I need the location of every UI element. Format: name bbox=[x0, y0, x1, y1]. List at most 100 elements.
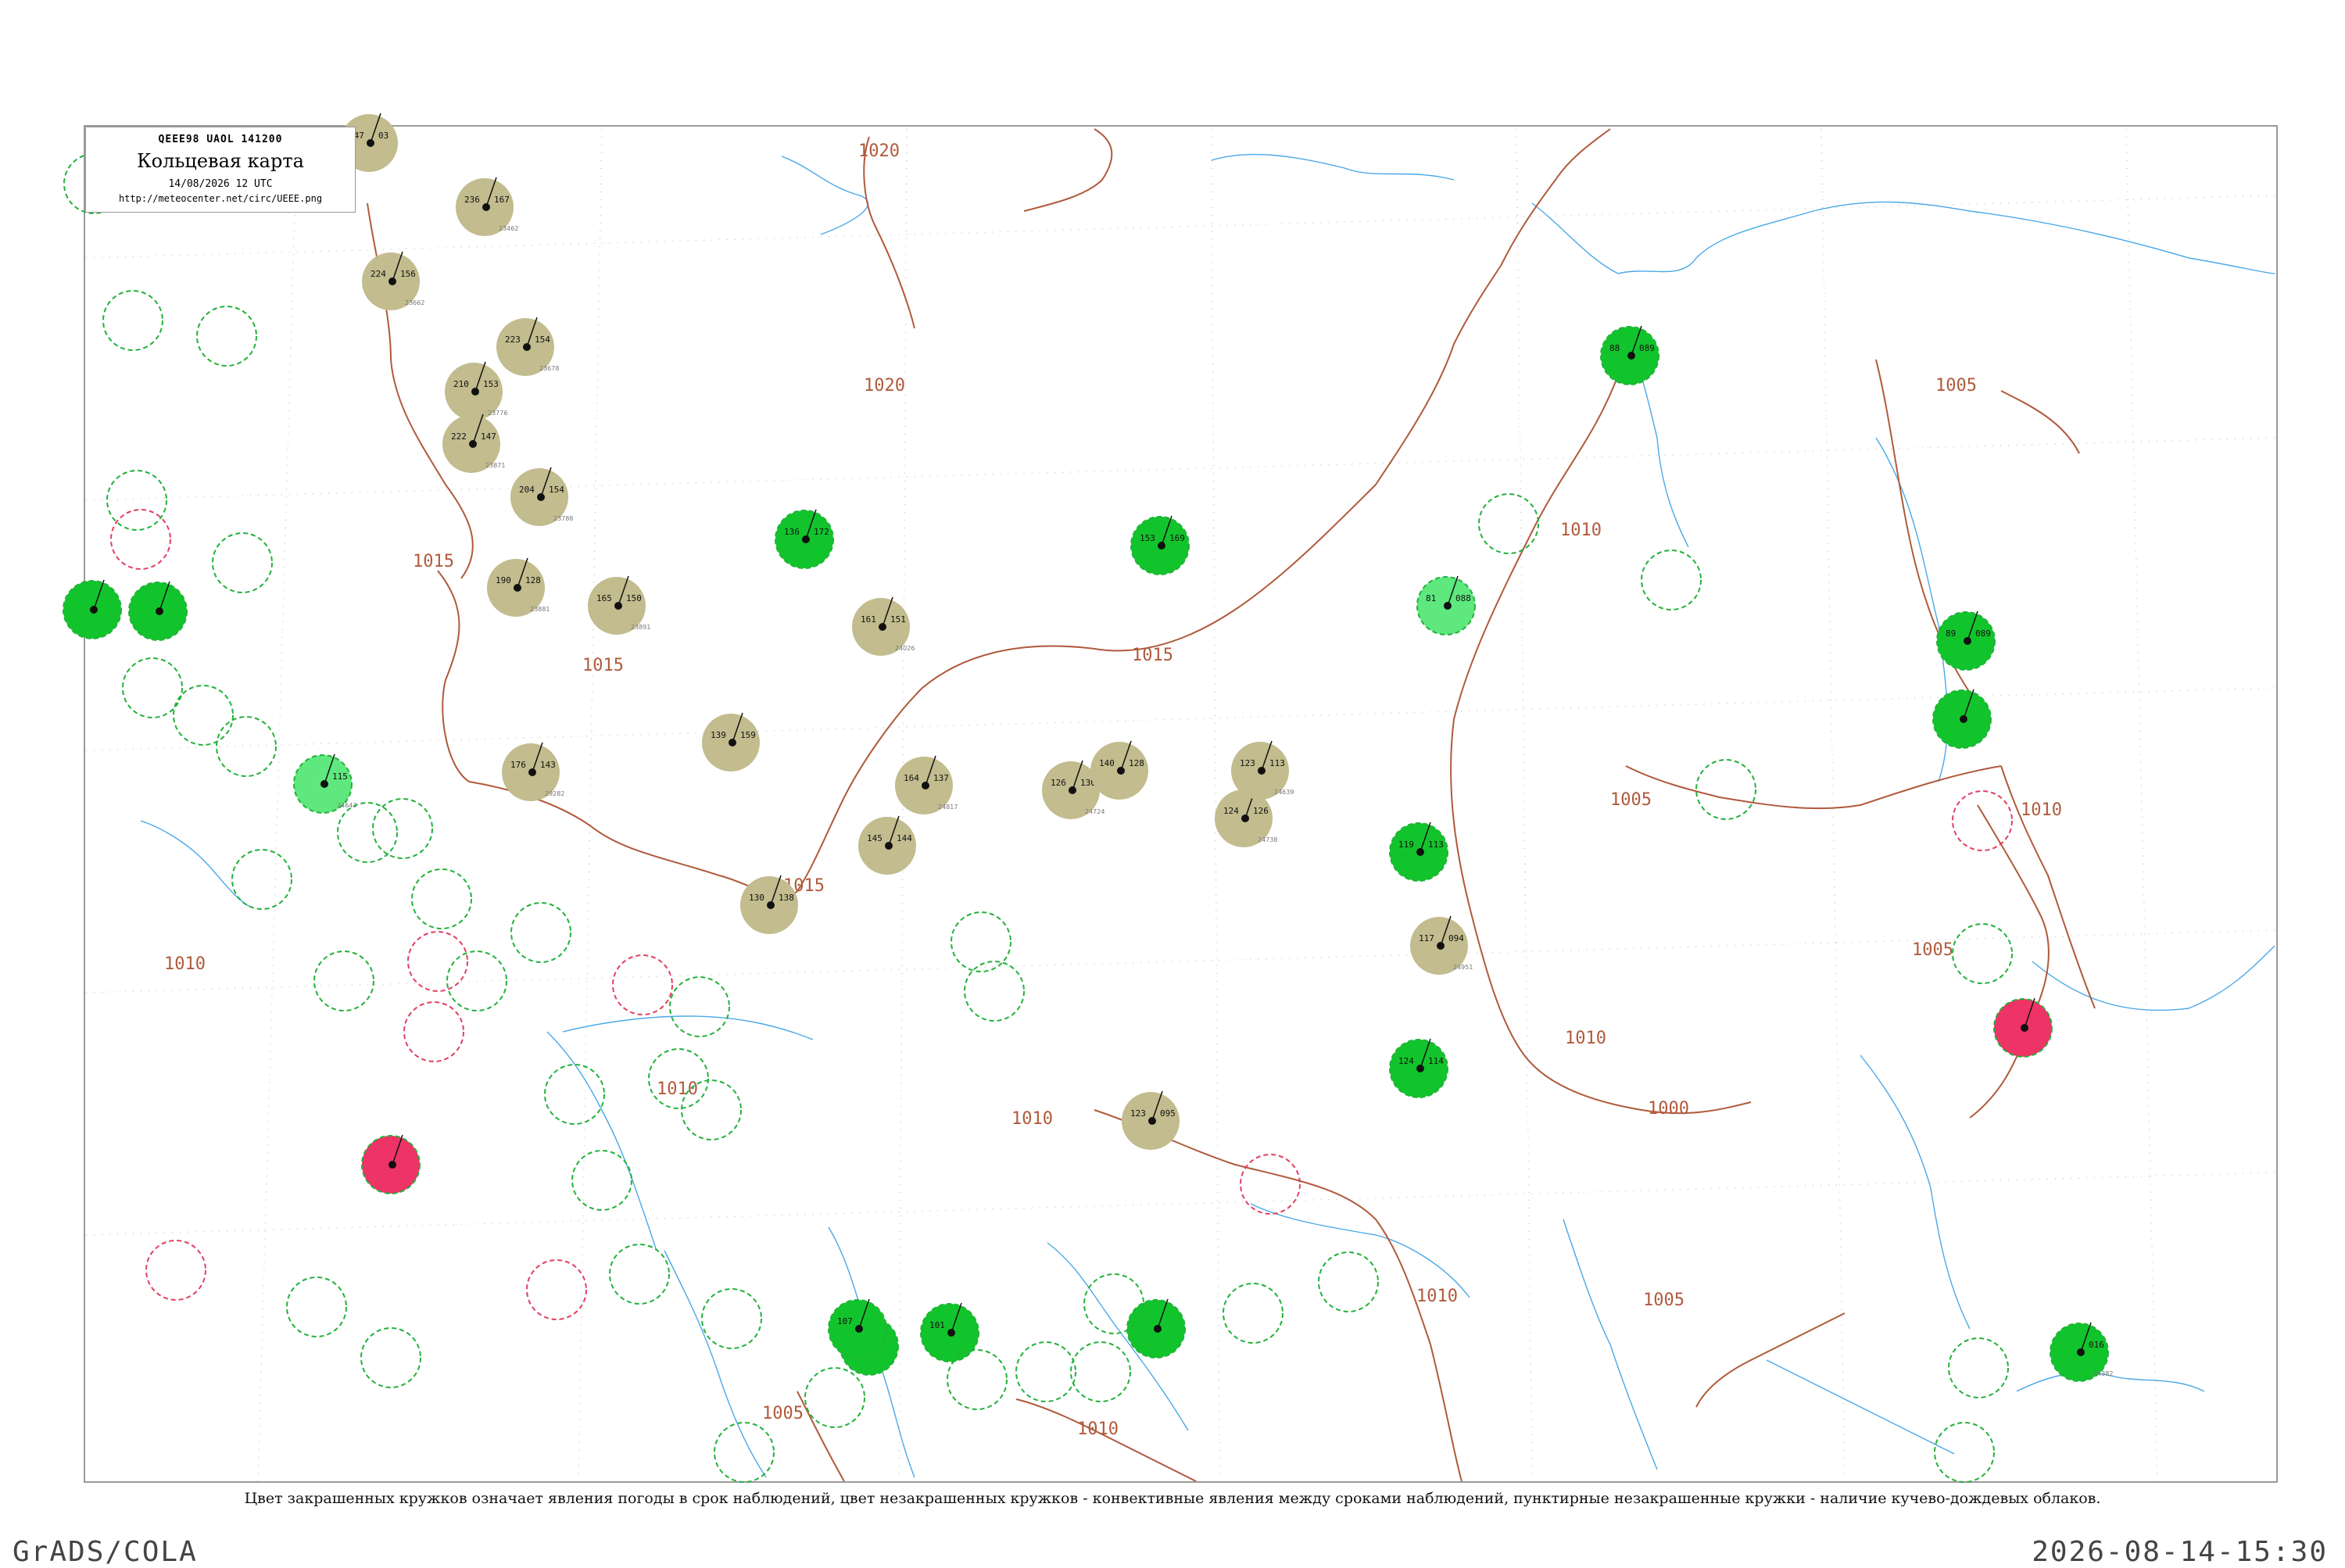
cb-cloud-ring bbox=[122, 657, 183, 718]
station-id: 23462 bbox=[499, 225, 518, 232]
isobar-line bbox=[1977, 804, 2050, 1017]
cb-cloud-ring bbox=[212, 532, 273, 593]
isobar-label: 1005 bbox=[1935, 376, 1977, 396]
station-marker: 164 137 24817 bbox=[895, 755, 958, 814]
water-path bbox=[140, 820, 251, 908]
station-marker: 123 095 bbox=[1122, 1090, 1180, 1150]
station-marker: 117 094 24951 bbox=[1410, 915, 1473, 975]
station-temp: 107 bbox=[837, 1316, 853, 1326]
station-marker bbox=[1126, 1298, 1186, 1359]
station-pressure: 095 bbox=[1160, 1108, 1176, 1119]
station-temp: 88 bbox=[1609, 343, 1620, 353]
station-temp: 126 bbox=[1051, 778, 1066, 788]
water-path bbox=[1860, 1054, 1971, 1330]
isobar-label: 1020 bbox=[858, 141, 900, 161]
graticule-line bbox=[578, 128, 603, 1482]
cb-cloud-ring bbox=[526, 1259, 587, 1320]
isobar-line bbox=[1094, 484, 1377, 652]
station-pressure: 094 bbox=[1448, 933, 1464, 943]
station-temp: 236 bbox=[464, 195, 480, 205]
cb-cloud-ring bbox=[145, 1240, 206, 1301]
station-temp: 176 bbox=[510, 760, 526, 770]
station-marker: 224 156 23662 bbox=[362, 251, 424, 310]
isobar-line bbox=[1625, 765, 1861, 810]
station-marker: 81 088 bbox=[1416, 575, 1476, 635]
station-pressure: 03 bbox=[378, 131, 388, 141]
isobar-label: 1010 bbox=[164, 954, 206, 974]
map-url: http://meteocenter.net/circ/UEEE.png bbox=[118, 193, 323, 204]
cb-cloud-ring bbox=[804, 1367, 865, 1428]
station-id: 23881 bbox=[530, 606, 550, 613]
cb-cloud-ring bbox=[612, 954, 673, 1015]
isobar-label: 1010 bbox=[2021, 800, 2062, 820]
station-pressure: 113 bbox=[1269, 758, 1285, 768]
station-id: 23788 bbox=[553, 515, 573, 522]
station-temp: 204 bbox=[519, 485, 535, 495]
station-marker: 140 128 bbox=[1090, 740, 1148, 800]
isobar-line bbox=[1375, 265, 1502, 485]
station-pressure: 154 bbox=[535, 335, 550, 345]
station-temp: 165 bbox=[596, 593, 612, 603]
station-temp: 123 bbox=[1240, 758, 1255, 768]
station-pressure: 128 bbox=[525, 575, 541, 585]
station-pressure: 159 bbox=[740, 730, 756, 740]
cb-cloud-ring bbox=[1070, 1341, 1131, 1402]
station-temp: 124 bbox=[1223, 806, 1239, 816]
station-temp: 161 bbox=[861, 614, 876, 625]
station-pressure: 137 bbox=[933, 773, 949, 783]
cb-cloud-ring bbox=[173, 685, 234, 746]
station-id: 23678 bbox=[539, 365, 559, 372]
water-path bbox=[781, 156, 869, 235]
station-marker: 204 154 23788 bbox=[510, 467, 573, 526]
station-marker bbox=[361, 1134, 421, 1194]
cb-cloud-ring bbox=[669, 976, 730, 1037]
station-marker: 236 167 23462 bbox=[456, 177, 518, 236]
station-pressure: 167 bbox=[494, 195, 510, 205]
station-pressure: 138 bbox=[779, 893, 794, 903]
station-marker: 88 089 bbox=[1600, 325, 1659, 385]
station-id: 24738 bbox=[1258, 836, 1277, 843]
station-temp: 81 bbox=[1426, 593, 1436, 603]
station-marker: 119 113 bbox=[1389, 822, 1448, 882]
isobar-label: 1010 bbox=[1416, 1287, 1458, 1306]
station-marker: 223 154 23678 bbox=[496, 317, 559, 376]
station-temp: 117 bbox=[1419, 933, 1434, 943]
station-pressure: 150 bbox=[626, 593, 642, 603]
station-marker: 123 113 24639 bbox=[1231, 740, 1294, 800]
isobar-label: 1010 bbox=[657, 1079, 698, 1099]
page-title: Кольцевая карта bbox=[137, 150, 304, 172]
isobar-line bbox=[1500, 128, 1611, 267]
station-temp: 101 bbox=[929, 1320, 945, 1330]
cb-cloud-ring bbox=[1952, 790, 2013, 851]
station-pressure: 151 bbox=[890, 614, 906, 625]
title-box: QEEE98 UAOL 141200 Кольцевая карта 14/08… bbox=[85, 127, 356, 213]
station-marker: 101 bbox=[920, 1302, 979, 1362]
water-path bbox=[2032, 945, 2275, 1011]
station-marker: 210 153 23776 bbox=[445, 361, 507, 421]
water-path bbox=[1563, 1219, 1658, 1470]
station-marker: 165 150 23891 bbox=[588, 575, 650, 635]
isobar-line bbox=[437, 570, 470, 782]
isobar-line bbox=[1453, 374, 1619, 720]
cb-cloud-ring bbox=[1641, 550, 1702, 610]
isobar-label: 1005 bbox=[1912, 940, 1953, 960]
station-pressure: 114 bbox=[1428, 1056, 1444, 1066]
isobar-line bbox=[1860, 765, 2002, 806]
station-marker: 89 089 bbox=[1936, 610, 1996, 671]
cb-cloud-ring bbox=[411, 868, 472, 929]
map-date: 14/08/2026 12 UTC bbox=[168, 178, 273, 190]
station-temp: 119 bbox=[1398, 839, 1414, 850]
cb-cloud-ring bbox=[609, 1244, 670, 1305]
cb-cloud-ring bbox=[403, 1001, 464, 1062]
graticule-line bbox=[257, 128, 298, 1482]
isobar-line bbox=[1695, 1312, 1846, 1408]
water-path bbox=[1250, 1203, 1470, 1298]
station-temp: 140 bbox=[1099, 758, 1115, 768]
station-temp: 210 bbox=[453, 379, 469, 389]
cb-cloud-ring bbox=[701, 1288, 762, 1349]
cb-cloud-ring bbox=[372, 798, 433, 859]
station-pressure: 156 bbox=[400, 269, 416, 279]
station-pressure: 147 bbox=[481, 431, 496, 442]
water-path bbox=[546, 1031, 657, 1251]
isobar-label: 1000 bbox=[1648, 1099, 1689, 1119]
